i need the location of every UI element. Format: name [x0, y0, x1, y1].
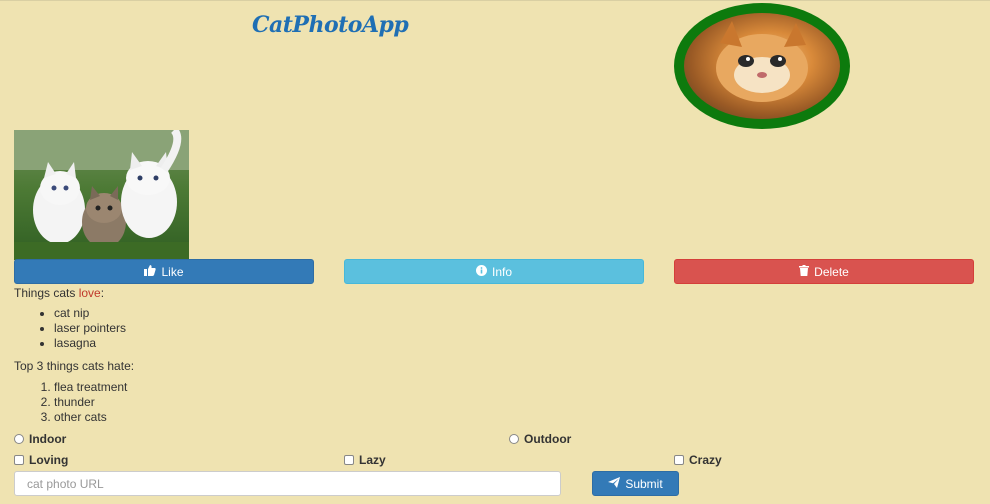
- love-heading-prefix: Things cats: [14, 286, 79, 300]
- radio-indoor[interactable]: Indoor: [14, 432, 66, 446]
- kittens-image: [14, 130, 189, 260]
- paper-plane-icon: [608, 476, 621, 491]
- info-button-label: Info: [491, 264, 512, 279]
- app-title: CatPhotoApp: [252, 12, 409, 38]
- list-item: laser pointers: [54, 321, 126, 336]
- checkbox-crazy-control[interactable]: [674, 455, 684, 465]
- list-item: thunder: [54, 395, 127, 410]
- hate-heading: Top 3 things cats hate:: [14, 359, 135, 373]
- thumbs-up-icon: [144, 264, 157, 279]
- trash-icon: [799, 264, 810, 279]
- checkbox-lazy[interactable]: Lazy: [344, 453, 386, 467]
- love-list: cat nip laser pointers lasagna: [14, 306, 126, 351]
- checkbox-loving[interactable]: Loving: [14, 453, 68, 467]
- radio-indoor-control[interactable]: [14, 434, 24, 444]
- delete-button[interactable]: Delete: [674, 259, 974, 284]
- checkbox-lazy-label: Lazy: [359, 453, 386, 467]
- checkbox-crazy[interactable]: Crazy: [674, 453, 722, 467]
- info-button[interactable]: Info: [344, 259, 644, 284]
- cat-photo-url-input[interactable]: [14, 471, 561, 496]
- list-item: other cats: [54, 410, 127, 425]
- radio-outdoor-label: Outdoor: [524, 432, 572, 446]
- delete-button-label: Delete: [814, 264, 849, 279]
- love-heading: Things cats love:: [14, 286, 104, 300]
- like-button[interactable]: Like: [14, 259, 314, 284]
- avatar-cat-image[interactable]: [674, 3, 850, 129]
- checkbox-lazy-control[interactable]: [344, 455, 354, 465]
- love-highlight: love: [78, 286, 101, 300]
- radio-outdoor-control[interactable]: [509, 434, 519, 444]
- list-item: flea treatment: [54, 380, 127, 395]
- top-divider: [0, 0, 990, 1]
- list-item: cat nip: [54, 306, 126, 321]
- info-circle-icon: [475, 264, 487, 279]
- love-heading-suffix: :: [100, 286, 105, 300]
- checkbox-loving-control[interactable]: [14, 455, 24, 465]
- list-item: lasagna: [54, 336, 126, 351]
- submit-button[interactable]: Submit: [592, 471, 679, 496]
- submit-button-label: Submit: [625, 476, 663, 491]
- checkbox-crazy-label: Crazy: [689, 453, 722, 467]
- radio-indoor-label: Indoor: [29, 432, 67, 446]
- checkbox-loving-label: Loving: [29, 453, 69, 467]
- avatar-photo: [684, 13, 840, 119]
- radio-outdoor[interactable]: Outdoor: [509, 432, 571, 446]
- hate-list: flea treatment thunder other cats: [14, 380, 127, 425]
- like-button-label: Like: [161, 264, 184, 279]
